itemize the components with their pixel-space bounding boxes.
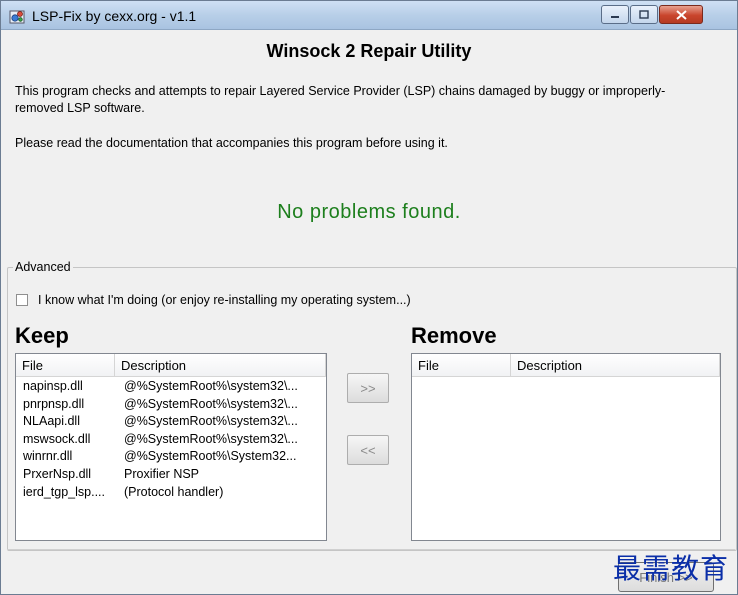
remove-column-description[interactable]: Description [511,354,720,376]
window-title: LSP-Fix by cexx.org - v1.1 [32,8,197,24]
status-message: No problems found. [277,201,461,223]
advanced-checkbox-label[interactable]: I know what I'm doing (or enjoy re-insta… [38,293,411,307]
description-cell: @%SystemRoot%\system32\... [124,396,298,411]
minimize-icon [611,15,619,18]
keep-column-description[interactable]: Description [115,354,326,376]
maximize-button[interactable] [630,5,658,24]
title-bar[interactable]: LSP-Fix by cexx.org - v1.1 [1,1,737,30]
file-cell: mswsock.dll [23,431,91,446]
close-button[interactable] [659,5,703,24]
remove-list-header: File Description [412,354,720,377]
remove-column-file[interactable]: File [412,354,511,376]
list-item[interactable]: ierd_tgp_lsp.... (Protocol handler) [16,485,326,503]
keep-column-file[interactable]: File [16,354,115,376]
description-cell: @%SystemRoot%\system32\... [124,414,298,429]
file-cell: winrnr.dll [23,449,73,464]
remove-list[interactable]: File Description [411,353,721,541]
list-item[interactable]: mswsock.dll @%SystemRoot%\system32\... [16,432,326,450]
app-gears-icon [9,10,25,24]
remove-title: Remove [411,323,497,348]
list-item[interactable]: PrxerNsp.dll Proxifier NSP [16,467,326,485]
file-cell: pnrpnsp.dll [23,396,85,411]
list-item[interactable]: pnrpnsp.dll @%SystemRoot%\system32\... [16,397,326,415]
close-icon [675,9,687,20]
minimize-button[interactable] [601,5,629,24]
maximize-icon [639,10,649,19]
list-item[interactable]: winrnr.dll @%SystemRoot%\System32... [16,449,326,467]
file-cell: ierd_tgp_lsp.... [23,484,105,499]
keep-list[interactable]: File Description napinsp.dll @%SystemRoot… [15,353,327,541]
list-item[interactable]: NLAapi.dll @%SystemRoot%\system32\... [16,414,326,432]
advanced-group-label: Advanced [13,260,73,274]
description-cell: (Protocol handler) [124,484,224,499]
description-cell: @%SystemRoot%\system32\... [124,379,298,393]
watermark: 最需教育 [613,552,730,585]
description-cell: Proxifier NSP [124,466,200,481]
description-cell: @%SystemRoot%\System32... [124,449,297,464]
documentation-note: Please read the documentation that accom… [15,136,448,150]
advanced-checkbox[interactable] [16,294,28,306]
move-to-keep-button[interactable]: << [347,435,389,465]
page-title: Winsock 2 Repair Utility [266,41,472,61]
description-cell: @%SystemRoot%\system32\... [124,431,298,446]
keep-list-header: File Description [16,354,326,377]
keep-list-rows: napinsp.dll @%SystemRoot%\system32\... pn… [16,377,326,502]
advanced-checkbox-row[interactable]: I know what I'm doing (or enjoy re-insta… [16,293,411,307]
app-window: LSP-Fix by cexx.org - v1.1 Winsock 2 Rep… [0,0,738,595]
file-cell: PrxerNsp.dll [23,466,92,481]
file-cell: NLAapi.dll [23,414,80,429]
file-cell: napinsp.dll [23,379,83,393]
program-description: This program checks and attempts to repa… [15,84,666,115]
list-item[interactable]: napinsp.dll @%SystemRoot%\system32\... [16,379,326,397]
move-to-remove-button[interactable]: >> [347,373,389,403]
keep-title: Keep [15,323,69,348]
